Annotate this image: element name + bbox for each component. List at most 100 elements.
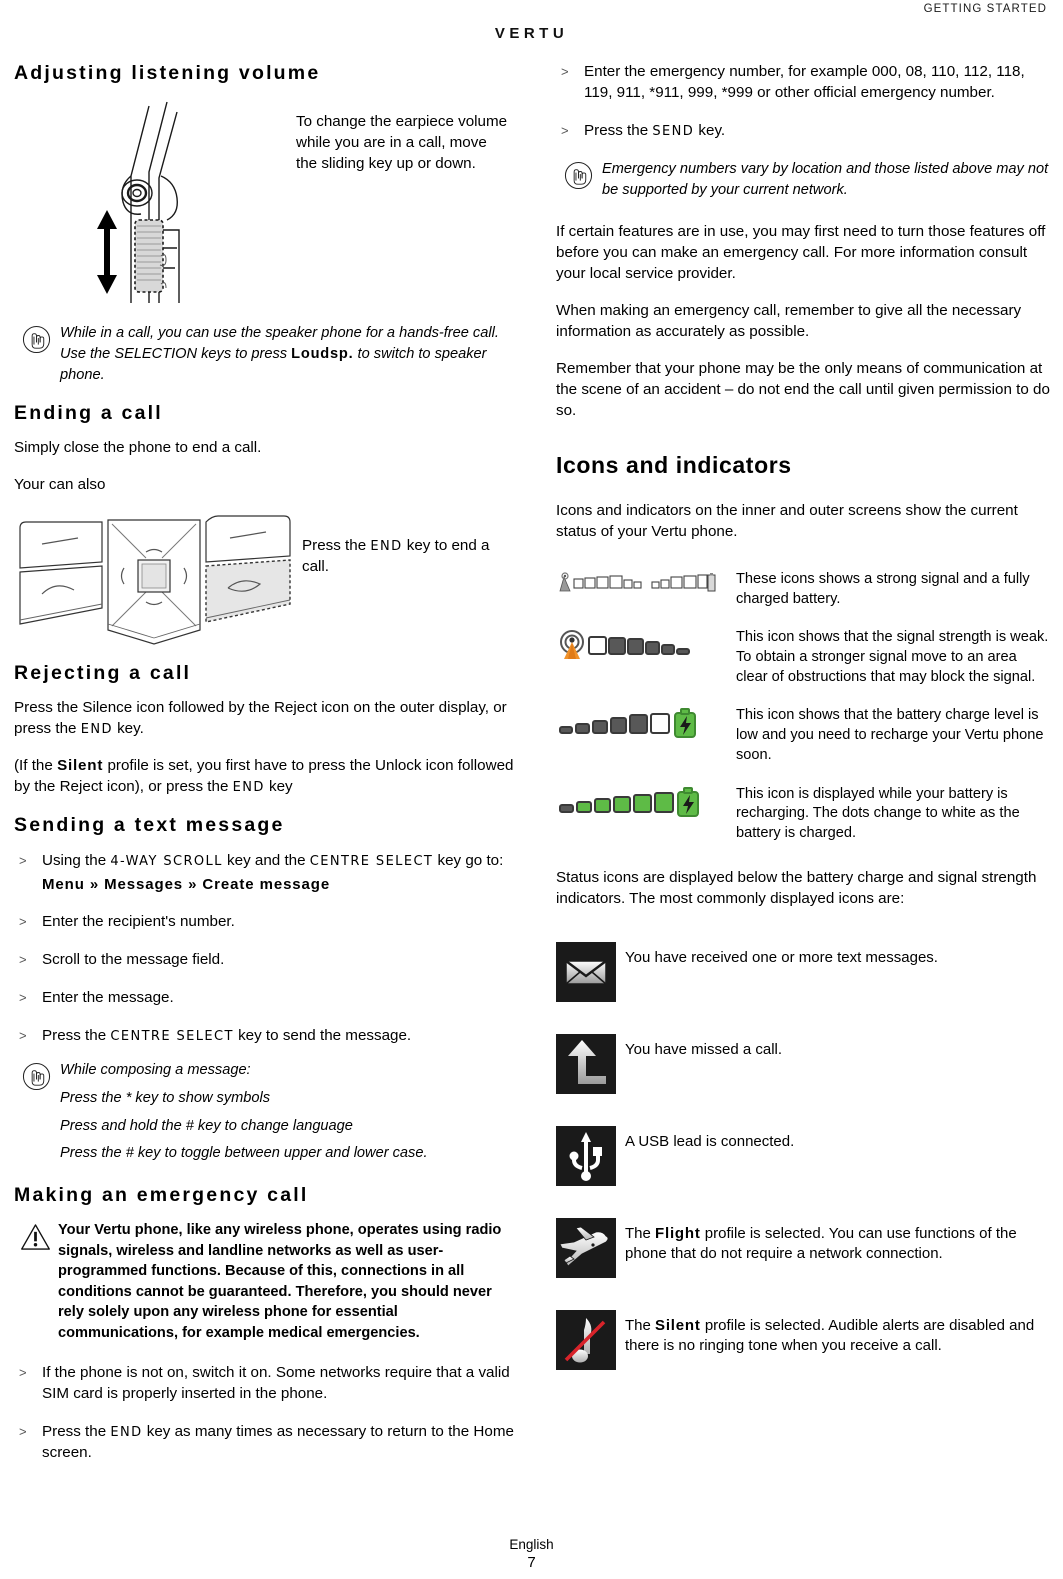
list-item: Enter the message. xyxy=(14,988,514,1009)
heading-ending-a-call: Ending a call xyxy=(14,401,163,424)
warning-triangle-icon xyxy=(21,1224,50,1251)
footer-language: English xyxy=(509,1537,554,1552)
four-way-scroll-key-label: 4-WAY SCROLL xyxy=(110,853,223,869)
up-down-arrow-icon xyxy=(97,210,117,295)
step-post: key. xyxy=(694,121,726,139)
heading-making-an-emergency-call: Making an emergency call xyxy=(14,1184,309,1207)
emergency-steps-list: If the phone is not on, switch it on. So… xyxy=(14,1363,514,1464)
footer-page-number: 7 xyxy=(527,1554,536,1571)
silent-profile-label: Silent xyxy=(655,1316,701,1334)
step5-post: key to send the message. xyxy=(233,1027,412,1045)
note-emergency-numbers: Emergency numbers vary by location and t… xyxy=(556,159,1051,200)
send-key-label: SEND xyxy=(652,123,695,139)
end-key-label: END xyxy=(232,780,265,796)
page-header-section: GETTING STARTED xyxy=(923,3,1047,15)
heading-rejecting-a-call: Rejecting a call xyxy=(14,661,192,684)
centre-select-key-label: CENTRE SELECT xyxy=(110,1029,234,1045)
reject-p2-c: key xyxy=(264,778,293,796)
rejecting-paragraph-1: Press the Silence icon followed by the R… xyxy=(14,698,514,740)
emergency-number-steps-list: Enter the emergency number, for example … xyxy=(556,62,1051,142)
volume-caption: To change the earpiece volume while you … xyxy=(296,113,508,173)
end-key-label: END xyxy=(80,722,113,738)
volume-figure-row: To change the earpiece volume while you … xyxy=(14,98,514,313)
heading-sending-a-text-message: Sending a text message xyxy=(14,814,285,837)
status-icon-row: You have missed a call. xyxy=(556,1033,1051,1094)
end-caption-pre: Press the xyxy=(302,536,371,554)
battery-low-icon xyxy=(556,705,736,744)
heading-icons-and-indicators: Icons and indicators xyxy=(556,452,792,479)
signal-weak-icon xyxy=(556,627,736,666)
list-item: Scroll to the message field. xyxy=(14,950,514,971)
warning-box: Your Vertu phone, like any wireless phon… xyxy=(14,1220,514,1343)
centre-select-key-label: CENTRE SELECT xyxy=(309,853,434,869)
flight-profile-label: Flight xyxy=(655,1224,701,1242)
hand-pointing-icon xyxy=(22,326,51,354)
note-composing-line: Press and hold the # key to change langu… xyxy=(60,1117,353,1134)
airplane-icon xyxy=(556,1217,616,1278)
indicator-description: This icon shows that the signal strength… xyxy=(736,629,1049,685)
end-key-figure-row: Press the END key to end a call. xyxy=(14,512,514,652)
step1-post: key go to: xyxy=(433,851,504,869)
brand-logo: VERTU xyxy=(494,25,569,42)
note-emergency-text: Emergency numbers vary by location and t… xyxy=(602,160,1049,198)
usb-icon xyxy=(556,1125,616,1186)
page-footer: English 7 xyxy=(0,1537,1063,1571)
note-speaker-bold: Loudsp. xyxy=(291,346,354,363)
indicator-description: This icon is displayed while your batter… xyxy=(736,785,1020,841)
status-icons-intro: Status icons are displayed below the bat… xyxy=(556,868,1037,907)
right-column: Enter the emergency number, for example … xyxy=(556,62,1051,1370)
emergency-paragraph-2: When making an emergency call, remember … xyxy=(556,302,1022,341)
left-column: Adjusting listening volume To change the… xyxy=(14,62,514,1481)
end-key-caption: Press the END key to end a call. xyxy=(302,536,514,578)
heading-adjusting-listening-volume: Adjusting listening volume xyxy=(14,62,321,84)
list-item: Using the 4-WAY SCROLL key and the CENTR… xyxy=(14,851,514,896)
envelope-icon xyxy=(556,941,616,1002)
missed-call-icon xyxy=(556,1033,616,1094)
emergency-paragraph-1: If certain features are in use, you may … xyxy=(556,223,1046,283)
status-icon-row: The Flight profile is selected. You can … xyxy=(556,1217,1051,1278)
step-pre: Press the xyxy=(42,1422,111,1440)
ending-paragraph-2: Your can also xyxy=(14,475,106,493)
list-item: Press the CENTRE SELECT key to send the … xyxy=(14,1026,514,1047)
note-composing-message: While composing a message: Press the * k… xyxy=(14,1060,514,1164)
status-icon-description: The Silent profile is selected. Audible … xyxy=(619,1310,1051,1357)
hand-pointing-icon xyxy=(564,161,593,189)
battery-charging-icon xyxy=(556,784,736,823)
list-item: Enter the recipient's number. xyxy=(14,912,514,933)
note-composing-line: Press the * key to show symbols xyxy=(60,1089,271,1106)
keypad-illustration xyxy=(19,515,291,645)
status-icon-row: You have received one or more text messa… xyxy=(556,941,1051,1002)
status-icon-description: You have missed a call. xyxy=(625,1040,783,1058)
antenna-tower-icon xyxy=(559,572,571,592)
end-key-label: END xyxy=(110,1424,143,1440)
silent-note-icon xyxy=(556,1309,616,1370)
status-icon-description: You have received one or more text messa… xyxy=(625,948,938,966)
silent-pre: The xyxy=(625,1316,656,1334)
note-composing-line: While composing a message: xyxy=(60,1062,251,1079)
antenna-tower-orange-icon xyxy=(560,630,584,660)
list-item: Press the SEND key. xyxy=(556,121,1051,142)
list-item: Enter the emergency number, for example … xyxy=(556,62,1051,104)
indicator-description: This icon shows that the battery charge … xyxy=(736,707,1044,763)
status-icon-row: The Silent profile is selected. Audible … xyxy=(556,1309,1051,1370)
indicator-description: These icons shows a strong signal and a … xyxy=(736,571,1030,607)
reject-p2-a: (If the xyxy=(14,757,58,775)
list-item: Press the END key as many times as neces… xyxy=(14,1422,514,1464)
list-item: If the phone is not on, switch it on. So… xyxy=(14,1363,514,1405)
battery-icon xyxy=(707,573,716,592)
icons-intro-paragraph: Icons and indicators on the inner and ou… xyxy=(556,502,1018,541)
silent-profile-label: Silent xyxy=(57,757,104,775)
note-speaker-phone: While in a call, you can use the speaker… xyxy=(14,323,514,385)
status-icon-description: A USB lead is connected. xyxy=(625,1132,795,1150)
manual-page: GETTING STARTED VERTU Adjusting listenin… xyxy=(0,0,1063,1579)
step1-mid: key and the xyxy=(222,851,310,869)
battery-green-icon xyxy=(674,708,696,739)
status-icon-description: The Flight profile is selected. You can … xyxy=(619,1218,1051,1265)
reject-p1-b: key. xyxy=(112,720,144,738)
step5-pre: Press the xyxy=(42,1027,111,1045)
step-pre: Press the xyxy=(584,121,653,139)
phone-side-view-illustration xyxy=(97,102,180,304)
indicator-row: This icon shows that the battery charge … xyxy=(556,705,1051,765)
flight-pre: The xyxy=(625,1224,656,1242)
warning-text: Your Vertu phone, like any wireless phon… xyxy=(58,1222,502,1341)
